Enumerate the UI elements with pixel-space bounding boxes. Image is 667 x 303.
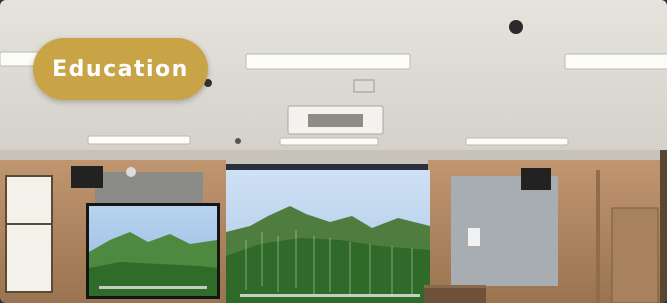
- door: [611, 207, 659, 303]
- wall-speaker: [71, 166, 103, 188]
- ceiling-light: [564, 53, 667, 70]
- conference-room-photo-card: Education: [0, 0, 667, 303]
- ceiling-light: [245, 53, 411, 70]
- category-badge: Education: [33, 38, 208, 100]
- window: [5, 175, 53, 293]
- wall-speaker: [521, 168, 551, 190]
- ceiling-light: [87, 135, 191, 145]
- ceiling-light: [279, 137, 379, 146]
- ceiling-light: [465, 137, 569, 146]
- category-badge-label: Education: [52, 56, 189, 82]
- ceiling-speaker: [353, 79, 375, 93]
- grey-wall-panel: [451, 176, 558, 286]
- security-camera: [509, 20, 523, 34]
